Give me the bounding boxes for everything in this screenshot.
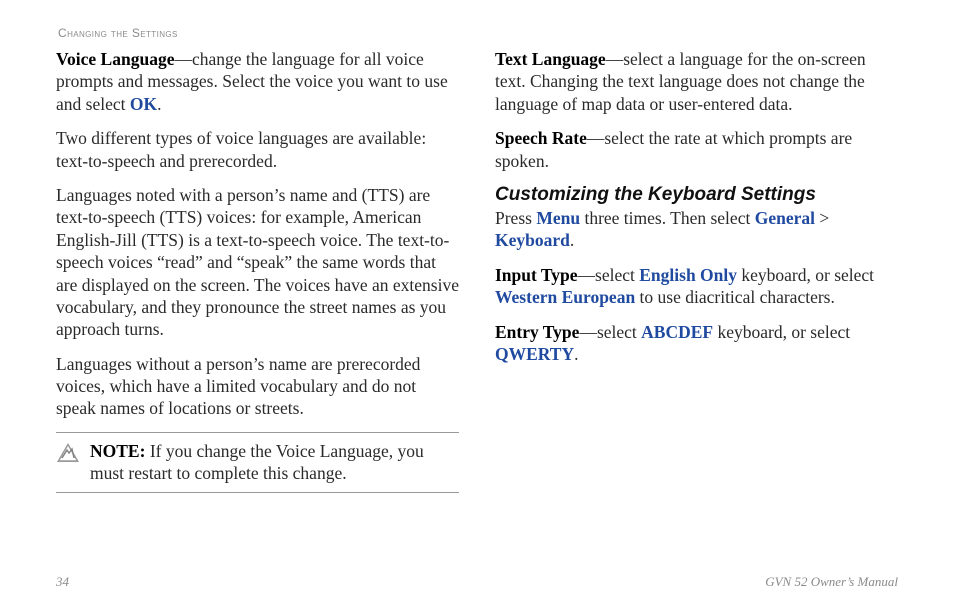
para-entry-type: Entry Type—select ABCDEF keyboard, or se… [495,321,898,366]
text: to use diacritical characters. [635,287,835,307]
dash: — [587,128,605,148]
para-text-language: Text Language—select a language for the … [495,48,898,115]
note-box: NOTE: If you change the Voice Language, … [56,432,459,493]
ui-qwerty: QWERTY [495,344,574,364]
heading-keyboard: Customizing the Keyboard Settings [495,184,898,206]
text: keyboard, or select [713,322,850,342]
text: select [597,322,641,342]
text: > [815,208,829,228]
term-entry-type: Entry Type [495,322,579,342]
para-speech-rate: Speech Rate—select the rate at which pro… [495,127,898,172]
dash: — [606,49,624,69]
two-column-body: Voice Language—change the language for a… [56,48,898,556]
dash: — [174,49,192,69]
ui-ok: OK [130,94,157,114]
term-input-type: Input Type [495,265,578,285]
term-voice-language: Voice Language [56,49,174,69]
para-voice-language: Voice Language—change the language for a… [56,48,459,115]
text: . [574,344,578,364]
note-label: NOTE: [90,441,145,461]
ui-western-european: Western European [495,287,635,307]
text: Press [495,208,536,228]
dash: — [579,322,597,342]
para-voice-types: Two different types of voice languages a… [56,127,459,172]
ui-general: General [755,208,815,228]
term-speech-rate: Speech Rate [495,128,587,148]
doc-title: GVN 52 Owner’s Manual [765,574,898,590]
text: select [595,265,639,285]
para-prerecorded: Languages without a person’s name are pr… [56,353,459,420]
text: three times. Then select [580,208,755,228]
ui-english-only: English Only [639,265,737,285]
running-head: Changing the Settings [58,26,898,40]
ui-menu: Menu [536,208,580,228]
para-keyboard-path: Press Menu three times. Then select Gene… [495,207,898,252]
ui-keyboard: Keyboard [495,230,570,250]
para-input-type: Input Type—select English Only keyboard,… [495,264,898,309]
note-icon [56,442,80,466]
text: . [570,230,574,250]
document-page: Changing the Settings Voice Language—cha… [0,0,954,608]
page-footer: 34 GVN 52 Owner’s Manual [56,574,898,590]
term-text-language: Text Language [495,49,606,69]
note-text: NOTE: If you change the Voice Language, … [90,440,459,485]
text: . [157,94,161,114]
ui-abcdef: ABCDEF [641,322,713,342]
dash: — [578,265,596,285]
text: keyboard, or select [737,265,874,285]
para-tts-explain: Languages noted with a person’s name and… [56,184,459,341]
page-number: 34 [56,574,69,590]
